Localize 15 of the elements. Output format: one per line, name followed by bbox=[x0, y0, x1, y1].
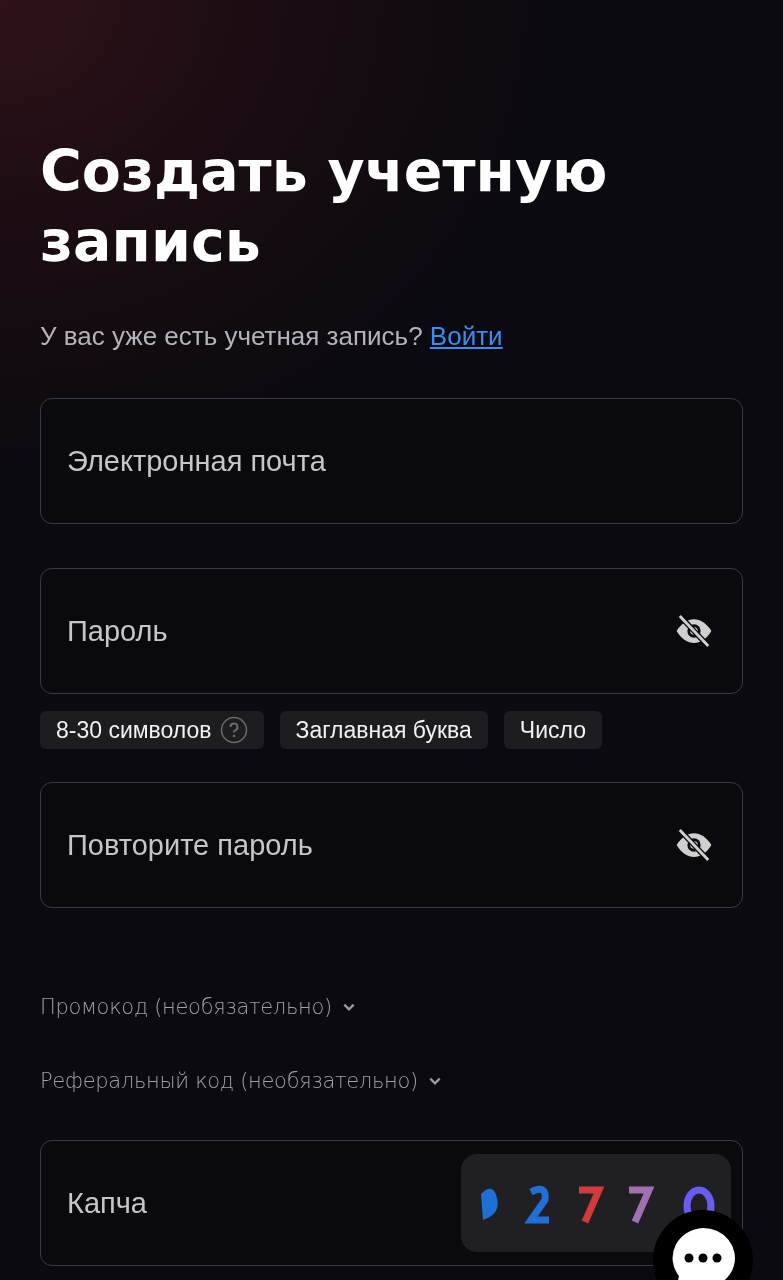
requirement-label: Число bbox=[519, 716, 586, 744]
help-icon[interactable] bbox=[219, 716, 248, 744]
optional-toggle[interactable]: Промокод (необязательно) bbox=[40, 992, 743, 1022]
optional-toggle[interactable]: Реферальный код (необязательно) bbox=[40, 1066, 743, 1096]
page-title: Создать учетную запись bbox=[40, 137, 609, 276]
input-field[interactable]: Пароль bbox=[40, 568, 743, 694]
login-prompt: У вас уже есть учетная запись? Войти bbox=[40, 320, 504, 352]
input-field[interactable]: Электронная почта bbox=[40, 398, 743, 524]
login-link[interactable]: Войти bbox=[429, 321, 503, 351]
requirement-label: Заглавная буква bbox=[295, 716, 472, 744]
requirement-label: 8-30 символов bbox=[56, 716, 212, 744]
chat-button[interactable] bbox=[653, 1210, 753, 1280]
optional-label: Реферальный код (необязательно) bbox=[40, 1068, 418, 1095]
input-field[interactable]: Повторите пароль bbox=[40, 782, 743, 908]
optional-label: Промокод (необязательно) bbox=[40, 994, 332, 1021]
